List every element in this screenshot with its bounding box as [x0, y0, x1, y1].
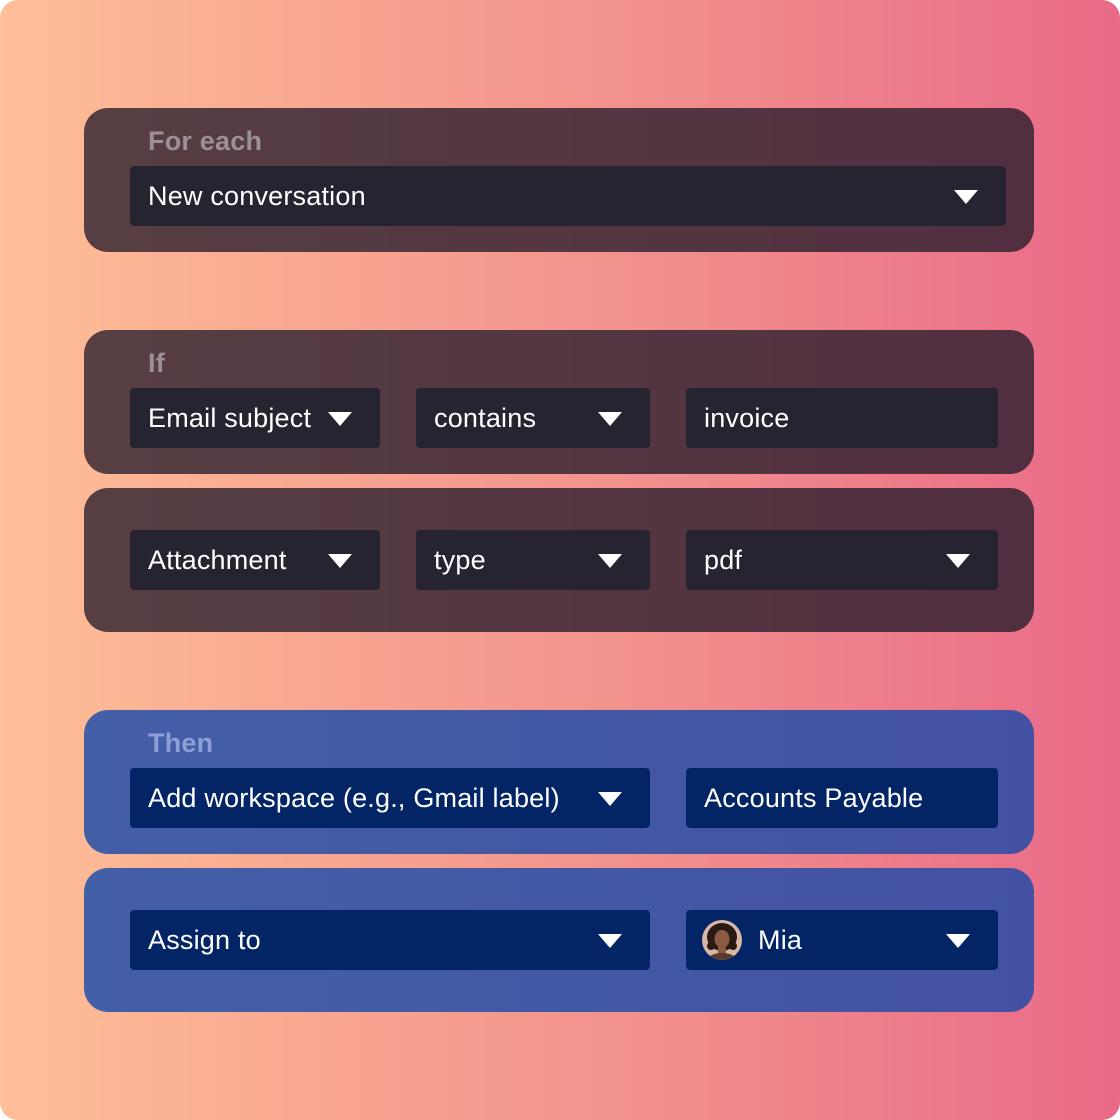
- action-dropdown[interactable]: Add workspace (e.g., Gmail label): [130, 768, 650, 828]
- user-avatar-icon: [702, 920, 742, 960]
- chevron-down-icon: [328, 412, 352, 426]
- chevron-down-icon: [328, 554, 352, 568]
- chevron-down-icon: [598, 412, 622, 426]
- trigger-dropdown[interactable]: New conversation: [130, 166, 1006, 226]
- chevron-down-icon: [598, 554, 622, 568]
- condition-field-dropdown[interactable]: Attachment: [130, 530, 380, 590]
- condition-operator-value: type: [434, 544, 486, 575]
- condition-value-dropdown[interactable]: pdf: [686, 530, 998, 590]
- then-label: Then: [148, 728, 214, 758]
- workflow-canvas: For each New conversation If Email subje…: [0, 0, 1120, 1120]
- chevron-down-icon: [946, 934, 970, 948]
- chevron-down-icon: [946, 554, 970, 568]
- for-each-label: For each: [148, 126, 263, 156]
- if-label: If: [148, 348, 165, 378]
- condition-operator-dropdown[interactable]: contains: [416, 388, 650, 448]
- then-panel: Then Add workspace (e.g., Gmail label) A…: [84, 710, 1034, 854]
- then-action-panel: Assign to Mia: [84, 868, 1034, 1012]
- condition-value-text: invoice: [704, 402, 790, 433]
- action-value-text: Accounts Payable: [704, 782, 924, 813]
- chevron-down-icon: [598, 792, 622, 806]
- if-panel: If Email subject contains invoice: [84, 330, 1034, 474]
- assignee-name: Mia: [758, 924, 803, 955]
- action-value-input[interactable]: Accounts Payable: [686, 768, 998, 828]
- condition-value-input[interactable]: invoice: [686, 388, 998, 448]
- for-each-panel: For each New conversation: [84, 108, 1034, 252]
- trigger-value: New conversation: [148, 180, 366, 211]
- action-value: Assign to: [148, 924, 261, 955]
- chevron-down-icon: [954, 190, 978, 204]
- condition-operator-value: contains: [434, 402, 537, 433]
- condition-value-text: pdf: [704, 544, 743, 575]
- chevron-down-icon: [598, 934, 622, 948]
- action-value: Add workspace (e.g., Gmail label): [148, 782, 560, 813]
- if-condition-panel: Attachment type pdf: [84, 488, 1034, 632]
- action-dropdown[interactable]: Assign to: [130, 910, 650, 970]
- assignee-dropdown[interactable]: Mia: [686, 910, 998, 970]
- condition-field-value: Attachment: [148, 544, 287, 575]
- condition-field-dropdown[interactable]: Email subject: [130, 388, 380, 448]
- condition-operator-dropdown[interactable]: type: [416, 530, 650, 590]
- condition-field-value: Email subject: [148, 402, 312, 433]
